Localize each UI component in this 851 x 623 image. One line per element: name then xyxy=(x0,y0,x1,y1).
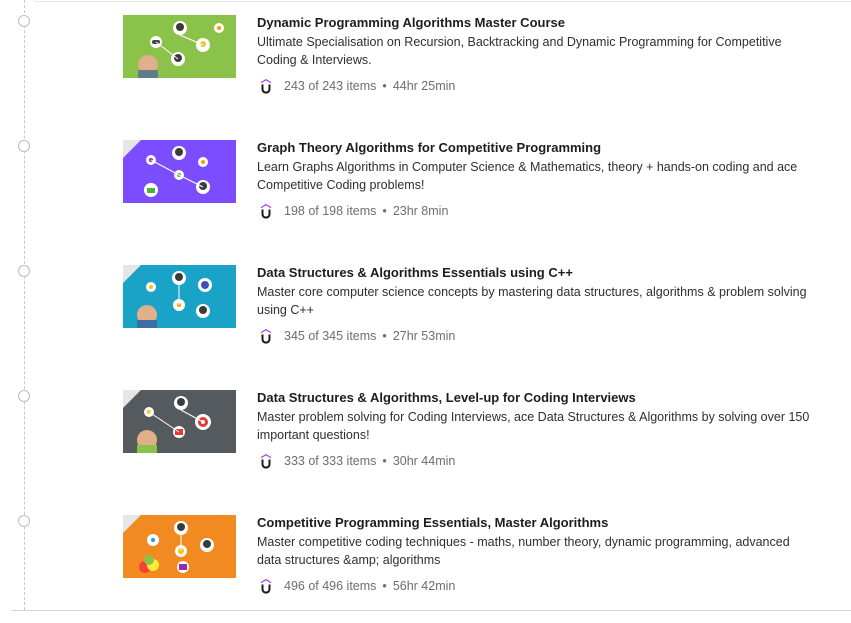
timeline-dot xyxy=(18,265,30,277)
course-thumbnail[interactable] xyxy=(123,390,236,453)
course-title[interactable]: Data Structures & Algorithms Essentials … xyxy=(257,264,817,281)
course-items-count: 243 of 243 items xyxy=(284,79,377,93)
timeline-dot xyxy=(18,140,30,152)
course-item[interactable]: Graph Theory Algorithms for Competitive … xyxy=(0,125,851,235)
udemy-logo-icon xyxy=(261,578,271,594)
course-duration: 23hr 8min xyxy=(392,204,449,218)
course-meta: 198 of 198 items • 23hr 8min xyxy=(257,203,817,219)
course-meta: 333 of 333 items • 30hr 44min xyxy=(257,453,817,469)
course-items-count: 496 of 496 items xyxy=(284,579,377,593)
course-description: Master core computer science concepts by… xyxy=(257,285,807,317)
meta-separator: • xyxy=(382,454,387,468)
udemy-logo-icon xyxy=(261,203,271,219)
course-description: Learn Graphs Algorithms in Computer Scie… xyxy=(257,160,798,192)
course-title[interactable]: Dynamic Programming Algorithms Master Co… xyxy=(257,14,817,31)
course-item[interactable]: Data Structures & Algorithms, Level-up f… xyxy=(0,375,851,485)
timeline-dot xyxy=(18,515,30,527)
course-items-count: 333 of 333 items xyxy=(284,454,377,468)
course-description: Ultimate Specialisation on Recursion, Ba… xyxy=(257,35,782,67)
course-title[interactable]: Competitive Programming Essentials, Mast… xyxy=(257,514,817,531)
course-description: Master problem solving for Coding Interv… xyxy=(257,410,810,442)
meta-separator: • xyxy=(382,329,387,343)
course-duration: 27hr 53min xyxy=(392,329,456,343)
udemy-logo-icon xyxy=(261,328,271,344)
course-duration: 44hr 25min xyxy=(392,79,456,93)
course-items-count: 345 of 345 items xyxy=(284,329,377,343)
course-item[interactable]: Data Structures & Algorithms Essentials … xyxy=(0,250,851,360)
course-meta: 243 of 243 items • 44hr 25min xyxy=(257,78,817,94)
course-duration: 56hr 42min xyxy=(392,579,456,593)
course-thumbnail[interactable] xyxy=(123,265,236,328)
course-items-count: 198 of 198 items xyxy=(284,204,377,218)
course-description: Master competitive coding techniques - m… xyxy=(257,535,790,567)
course-duration: 30hr 44min xyxy=(392,454,456,468)
course-title[interactable]: Data Structures & Algorithms, Level-up f… xyxy=(257,389,817,406)
meta-separator: • xyxy=(382,79,387,93)
course-meta: 496 of 496 items • 56hr 42min xyxy=(257,578,817,594)
bottom-divider xyxy=(11,610,851,611)
course-thumbnail[interactable] xyxy=(123,140,236,203)
udemy-logo-icon xyxy=(261,78,271,94)
udemy-logo-icon xyxy=(261,453,271,469)
meta-separator: • xyxy=(382,579,387,593)
course-thumbnail[interactable] xyxy=(123,515,236,578)
timeline-dot xyxy=(18,15,30,27)
course-title[interactable]: Graph Theory Algorithms for Competitive … xyxy=(257,139,817,156)
timeline-dot xyxy=(18,390,30,402)
course-thumbnail[interactable] xyxy=(123,15,236,78)
meta-separator: • xyxy=(382,204,387,218)
course-meta: 345 of 345 items • 27hr 53min xyxy=(257,328,817,344)
course-item[interactable]: Dynamic Programming Algorithms Master Co… xyxy=(0,0,851,110)
course-item[interactable]: Competitive Programming Essentials, Mast… xyxy=(0,500,851,610)
